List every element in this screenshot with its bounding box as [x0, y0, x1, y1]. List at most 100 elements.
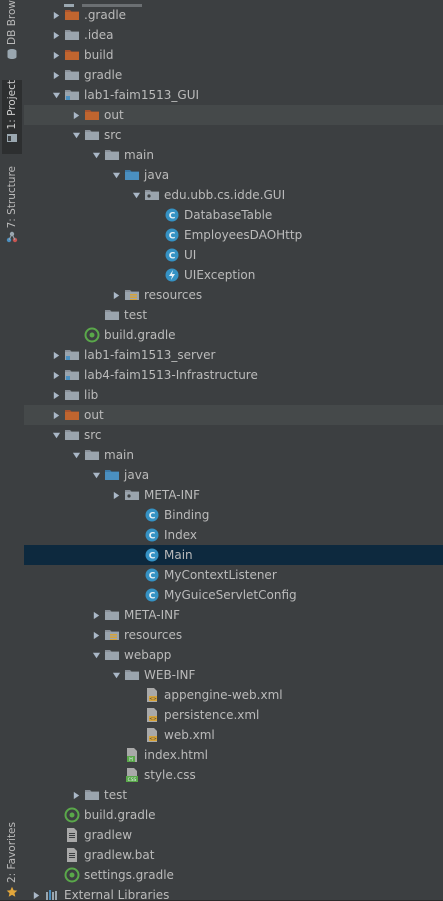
svg-text:C: C [149, 532, 156, 542]
tree-row[interactable]: test [24, 305, 443, 325]
tree-row[interactable]: WEB-INF [24, 665, 443, 685]
expand-arrow-icon[interactable] [48, 345, 64, 365]
tree-row-label: META-INF [124, 608, 181, 622]
tree-row[interactable]: C Index [24, 525, 443, 545]
expand-arrow-icon[interactable] [108, 485, 124, 505]
tree-row[interactable]: out [24, 105, 443, 125]
tool-tab-project[interactable]: 1: Project [2, 80, 22, 154]
tree-row[interactable]: resources [24, 625, 443, 645]
tree-row[interactable]: .gradle [24, 5, 443, 25]
tree-row-label: lab1-faim1513_server [84, 348, 216, 362]
expand-arrow-icon[interactable] [68, 785, 84, 805]
tree-row[interactable]: <> web.xml [24, 725, 443, 745]
collapse-arrow-icon[interactable] [48, 85, 64, 105]
tree-row[interactable]: Hindex.html [24, 745, 443, 765]
tree-row[interactable]: UIException [24, 265, 443, 285]
collapse-arrow-icon[interactable] [108, 665, 124, 685]
tree-row[interactable]: resources [24, 285, 443, 305]
tree-row[interactable]: build.gradle [24, 325, 443, 345]
collapse-arrow-icon[interactable] [68, 125, 84, 145]
tree-row[interactable]: <> persistence.xml [24, 705, 443, 725]
tree-row[interactable]: lab1-faim1513_GUI [24, 85, 443, 105]
tree-row[interactable]: C MyGuiceServletConfig [24, 585, 443, 605]
tree-row-label: style.css [144, 768, 196, 782]
expand-arrow-icon[interactable] [48, 365, 64, 385]
tool-window-sidebar: DB Brow 1: Project 7: Structure 2: Favor… [0, 0, 25, 900]
tree-row[interactable]: <> appengine-web.xml [24, 685, 443, 705]
collapse-arrow-icon[interactable] [88, 645, 104, 665]
project-tree[interactable]: .gradle .idea build gradle lab1-faim1513_GUI… [24, 0, 443, 900]
expand-arrow-icon[interactable] [88, 605, 104, 625]
tree-row[interactable]: edu.ubb.cs.idde.GUI [24, 185, 443, 205]
package-icon [144, 187, 160, 203]
project-icon [6, 132, 18, 147]
tree-row[interactable]: java [24, 465, 443, 485]
gradle-icon [84, 327, 100, 343]
class-icon: C [144, 507, 160, 523]
expand-arrow-icon[interactable] [48, 5, 64, 25]
tree-row[interactable]: java [24, 165, 443, 185]
tree-row[interactable]: C MyContextListener [24, 565, 443, 585]
tree-row[interactable]: C Main [24, 545, 443, 565]
collapse-arrow-icon[interactable] [128, 185, 144, 205]
expand-arrow-icon[interactable] [48, 25, 64, 45]
tree-row[interactable]: build.gradle [24, 805, 443, 825]
expand-arrow-icon[interactable] [68, 105, 84, 125]
tree-row[interactable]: META-INF [24, 605, 443, 625]
expand-arrow-icon[interactable] [28, 885, 44, 900]
tree-row[interactable]: webapp [24, 645, 443, 665]
collapse-arrow-icon[interactable] [88, 465, 104, 485]
collapse-arrow-icon[interactable] [48, 425, 64, 445]
tool-tab-structure[interactable]: 7: Structure [2, 166, 22, 246]
expand-arrow-icon[interactable] [48, 45, 64, 65]
tool-tab-favorites[interactable]: 2: Favorites [2, 822, 22, 900]
folder-icon [84, 447, 100, 463]
svg-text:<>: <> [149, 696, 157, 702]
tree-row[interactable]: .idea [24, 25, 443, 45]
tree-row[interactable]: test [24, 785, 443, 805]
tool-tab-db-browser[interactable]: DB Brow [2, 0, 22, 62]
tree-row[interactable]: C UI [24, 245, 443, 265]
tree-row[interactable]: main [24, 445, 443, 465]
tree-row[interactable]: settings.gradle [24, 865, 443, 885]
class-icon: C [164, 227, 180, 243]
folder-icon [84, 787, 100, 803]
svg-text:C: C [149, 552, 156, 562]
tree-row[interactable]: gradlew.bat [24, 845, 443, 865]
tree-row[interactable]: lab4-faim1513-Infrastructure [24, 365, 443, 385]
svg-text:C: C [169, 212, 176, 222]
tree-row[interactable]: External Libraries [24, 885, 443, 900]
collapse-arrow-icon[interactable] [88, 145, 104, 165]
expand-arrow-icon[interactable] [108, 285, 124, 305]
tree-row-label: gradlew [84, 828, 133, 842]
tree-row-label: out [84, 408, 104, 422]
tree-row[interactable]: gradlew [24, 825, 443, 845]
tree-row[interactable]: lib [24, 385, 443, 405]
tree-row[interactable]: main [24, 145, 443, 165]
expand-arrow-icon[interactable] [48, 65, 64, 85]
tree-row[interactable]: out [24, 405, 443, 425]
tree-row[interactable]: build [24, 45, 443, 65]
tree-row-label: UIException [184, 268, 256, 282]
tree-row[interactable]: C EmployeesDAOHttp [24, 225, 443, 245]
tree-row[interactable]: lab1-faim1513_server [24, 345, 443, 365]
expand-arrow-icon[interactable] [48, 385, 64, 405]
svg-text:CSS: CSS [128, 777, 137, 783]
tree-row[interactable]: src [24, 125, 443, 145]
expand-arrow-icon[interactable] [88, 625, 104, 645]
star-icon [6, 886, 18, 901]
tree-row[interactable]: CSS style.css [24, 765, 443, 785]
tree-row[interactable]: C DatabaseTable [24, 205, 443, 225]
tree-row[interactable]: C Binding [24, 505, 443, 525]
collapse-arrow-icon[interactable] [108, 165, 124, 185]
tree-row[interactable]: src [24, 425, 443, 445]
tree-row[interactable]: META-INF [24, 485, 443, 505]
tree-row[interactable]: gradle [24, 65, 443, 85]
expand-arrow-icon[interactable] [48, 405, 64, 425]
collapse-arrow-icon[interactable] [68, 445, 84, 465]
